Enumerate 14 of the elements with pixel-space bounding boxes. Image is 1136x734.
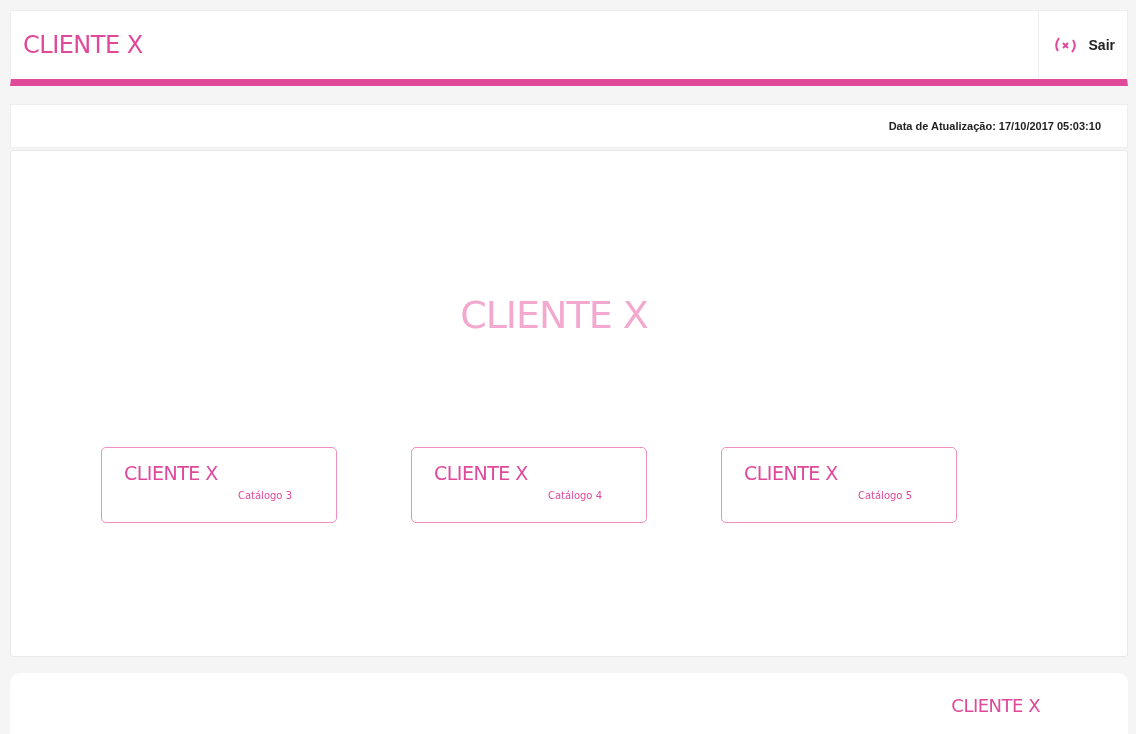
card-subtitle: Catálogo 5 (857, 490, 912, 501)
catalog-card[interactable]: CLIENTE X Catálogo 4 (411, 447, 647, 523)
card-title: CLIENTE X (434, 462, 529, 484)
app-title: CLIENTE X (22, 31, 143, 59)
catalog-card[interactable]: CLIENTE X Catálogo 3 (101, 447, 337, 523)
card-subtitle: Catálogo 4 (547, 490, 602, 501)
watermark-logo: CLIENTE X (460, 293, 648, 337)
logout-icon (1052, 36, 1079, 54)
footer-brand: CLIENTE X (951, 695, 1040, 717)
card-subtitle: Catálogo 3 (237, 490, 292, 501)
card-title: CLIENTE X (124, 462, 219, 484)
update-date-text: Data de Atualização: 17/10/2017 05:03:10 (888, 120, 1101, 132)
catalog-card[interactable]: CLIENTE X Catálogo 5 (721, 447, 957, 523)
card-title: CLIENTE X (744, 462, 839, 484)
